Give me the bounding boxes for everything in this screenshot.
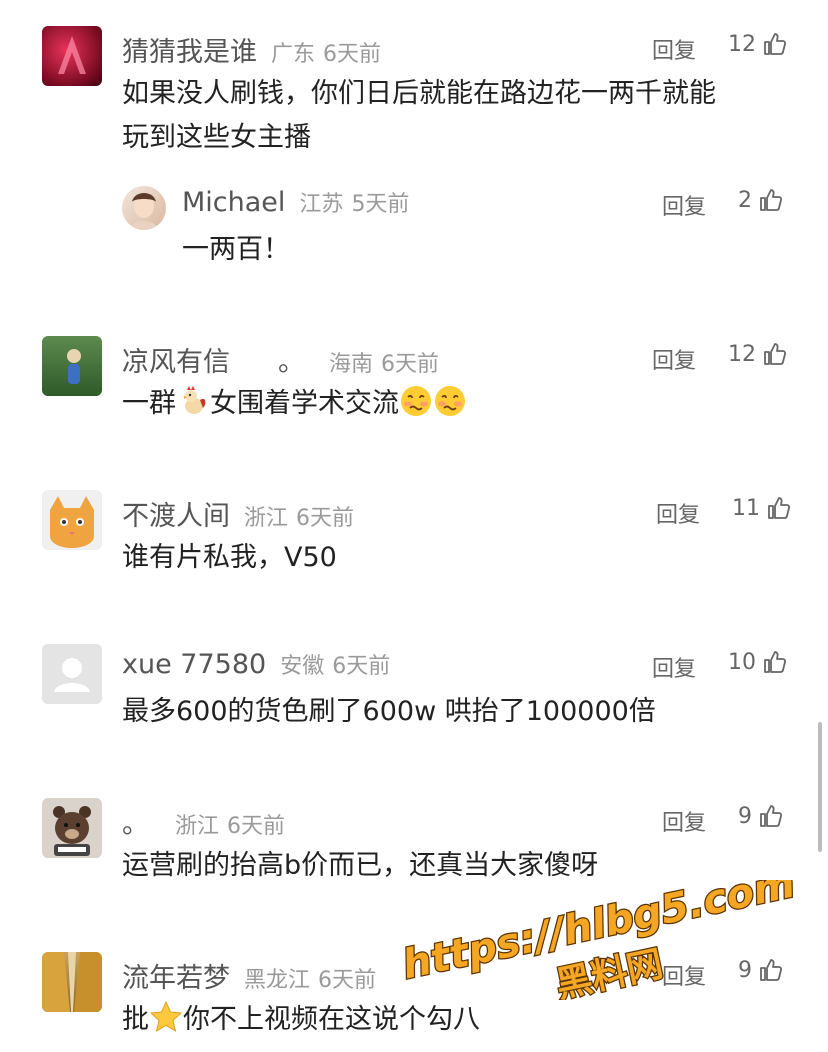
username[interactable]: 流年若梦 — [122, 956, 230, 995]
location: 广东 — [271, 42, 316, 67]
thumbs-up-icon — [760, 805, 783, 827]
avatar[interactable] — [42, 952, 102, 1012]
username[interactable]: 不渡人间 — [122, 494, 230, 533]
location: 安徽 — [280, 654, 325, 679]
rooster-emoji — [184, 386, 206, 414]
star-emoji — [149, 1000, 183, 1033]
thumbs-up-icon — [760, 959, 783, 981]
reply-button[interactable]: 回复 — [662, 189, 706, 221]
woozy-face-emoji — [401, 386, 431, 416]
like-button[interactable]: 12 — [728, 31, 788, 57]
default-avatar-icon — [54, 658, 90, 692]
reply-button[interactable]: 回复 — [662, 805, 706, 837]
comment-text: 一群 女围着学术交流 — [122, 382, 467, 426]
like-count: 12 — [728, 341, 756, 367]
comment-text-line: 谁有片私我，V50 — [122, 542, 337, 573]
avatar[interactable] — [42, 336, 102, 396]
comment-meta: 安徽 6天前 — [280, 648, 390, 680]
avatar[interactable] — [42, 490, 102, 550]
reply-button[interactable]: 回复 — [652, 651, 696, 683]
location: 江苏 — [299, 192, 344, 217]
like-count: 9 — [738, 803, 752, 829]
comment-text-part: 你不上视频在这说个勾八 — [183, 1004, 480, 1035]
comment-text-line: 如果没人刷钱，你们日后就能在路边花一两千就能 — [122, 78, 716, 109]
username[interactable]: 猜猜我是谁 — [122, 30, 257, 69]
like-count: 11 — [732, 495, 760, 521]
like-button[interactable]: 11 — [732, 495, 792, 521]
comment-text-part: 批 — [122, 1004, 149, 1035]
like-button[interactable]: 9 — [738, 803, 784, 829]
thumbs-up-icon — [760, 189, 783, 211]
username-suffix: 。 — [278, 347, 305, 378]
location: 海南 — [329, 352, 374, 377]
avatar[interactable] — [42, 798, 102, 858]
timestamp: 6天前 — [227, 814, 286, 839]
comment-text-line: 一两百！ — [182, 234, 290, 265]
comment-text: 一两百！ — [182, 228, 290, 272]
comment-text: 最多600的货色刷了600w 哄抬了100000倍 — [122, 690, 656, 734]
comment-meta: 黑龙江 6天前 — [244, 962, 376, 994]
avatar[interactable] — [122, 186, 166, 230]
avatar[interactable] — [42, 26, 102, 86]
comment-text: 批 你不上视频在这说个勾八 — [122, 998, 480, 1042]
comment-meta: 浙江 6天前 — [244, 500, 354, 532]
timestamp: 5天前 — [351, 192, 410, 217]
like-count: 2 — [738, 187, 752, 213]
comment-text-part: 女围着学术交流 — [210, 388, 399, 419]
woozy-face-emoji — [435, 386, 465, 416]
comment-meta: 江苏 5天前 — [299, 186, 409, 218]
comment-meta: 海南 6天前 — [329, 346, 439, 378]
username[interactable]: Michael — [182, 187, 285, 218]
thumbs-up-icon — [768, 497, 791, 519]
thumbs-up-icon — [764, 343, 787, 365]
comment-text: 谁有片私我，V50 — [122, 536, 337, 580]
thumbs-up-icon — [764, 33, 787, 55]
username[interactable]: 凉风有信 — [122, 340, 230, 379]
like-button[interactable]: 10 — [728, 649, 788, 675]
comment-text-line: 玩到这些女主播 — [122, 122, 311, 153]
like-button[interactable]: 2 — [738, 187, 784, 213]
timestamp: 6天前 — [323, 42, 382, 67]
timestamp: 6天前 — [332, 654, 391, 679]
avatar[interactable] — [42, 644, 102, 704]
like-count: 12 — [728, 31, 756, 57]
like-count: 9 — [738, 957, 752, 983]
comment-text-line: 运营刷的抬高b价而已，还真当大家傻呀 — [122, 850, 599, 881]
reply-button[interactable]: 回复 — [652, 343, 696, 375]
comment-meta: 浙江 6天前 — [175, 808, 285, 840]
like-button[interactable]: 12 — [728, 341, 788, 367]
reply-button[interactable]: 回复 — [652, 33, 696, 65]
like-count: 10 — [728, 649, 756, 675]
location: 浙江 — [175, 814, 220, 839]
username[interactable]: xue 77580 — [122, 649, 266, 680]
username[interactable]: 。 — [122, 802, 149, 841]
comment-text-part: 一群 — [122, 388, 176, 419]
watermark-name: 黑料网 — [552, 944, 666, 1000]
comment-meta: 广东 6天前 — [271, 36, 381, 68]
timestamp: 6天前 — [318, 968, 377, 993]
thumbs-up-icon — [764, 651, 787, 673]
comment-text: 如果没人刷钱，你们日后就能在路边花一两千就能 玩到这些女主播 — [122, 72, 716, 160]
comment-text-line: 最多600的货色刷了600w 哄抬了100000倍 — [122, 696, 656, 727]
location: 黑龙江 — [244, 968, 311, 993]
reply-button[interactable]: 回复 — [662, 959, 706, 991]
comment-text: 运营刷的抬高b价而已，还真当大家傻呀 — [122, 844, 598, 888]
timestamp: 6天前 — [381, 352, 440, 377]
scrollbar[interactable] — [818, 722, 822, 852]
timestamp: 6天前 — [296, 506, 355, 531]
like-button[interactable]: 9 — [738, 957, 784, 983]
reply-button[interactable]: 回复 — [656, 497, 700, 529]
location: 浙江 — [244, 506, 289, 531]
